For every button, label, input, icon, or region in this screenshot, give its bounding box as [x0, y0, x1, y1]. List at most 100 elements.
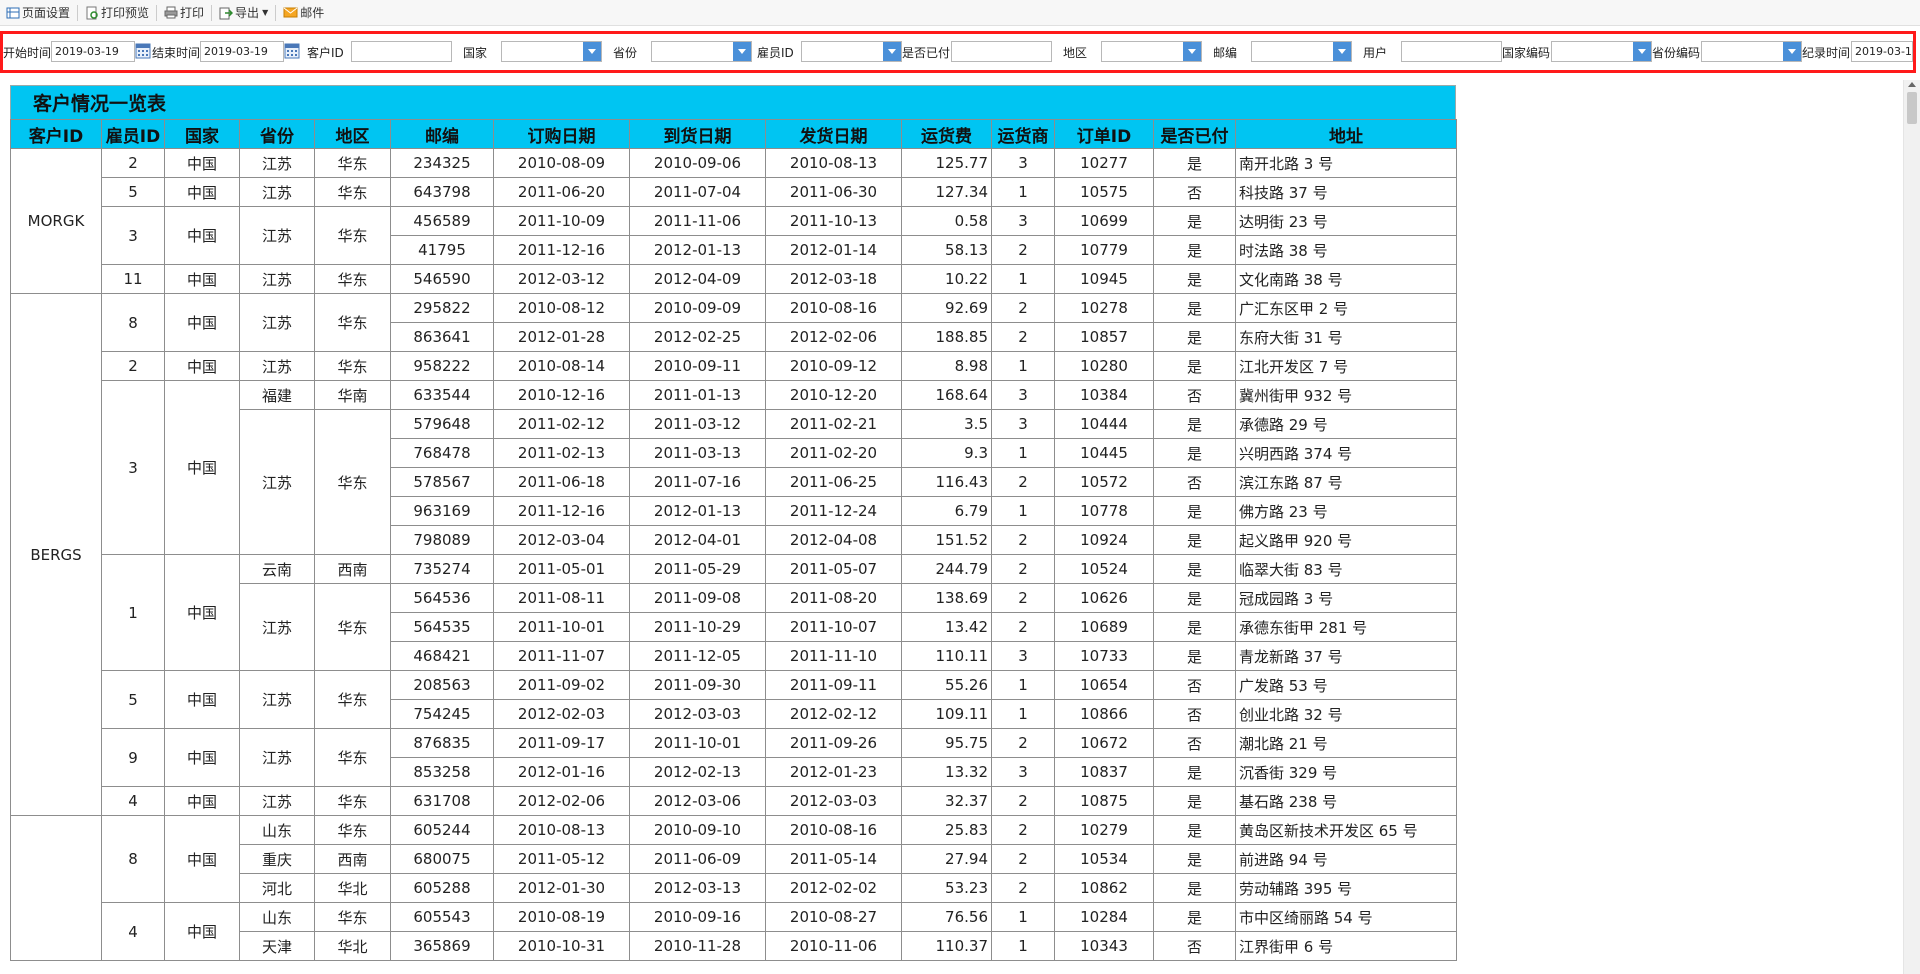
table-cell: 江苏	[239, 148, 315, 178]
column-header: 国家	[164, 119, 240, 149]
user-field[interactable]	[1401, 41, 1502, 62]
scroll-up-icon[interactable]	[1908, 82, 1916, 87]
chevron-down-icon[interactable]	[1783, 42, 1801, 61]
table-cell: 2010-09-09	[629, 293, 766, 323]
table-cell: 华北	[314, 873, 391, 903]
calendar-icon[interactable]	[284, 42, 300, 60]
table-cell: 重庆	[239, 844, 315, 874]
table-cell: 兴明西路 374 号	[1235, 438, 1457, 468]
table-cell: 295822	[390, 293, 494, 323]
country-select[interactable]	[501, 41, 602, 62]
table-cell: 劳动辅路 395 号	[1235, 873, 1457, 903]
table-cell: 2	[991, 525, 1055, 555]
customer-id-label: 客户ID	[307, 45, 344, 60]
table-cell: 达明街 23 号	[1235, 206, 1457, 236]
paid-field[interactable]	[951, 41, 1052, 62]
chevron-down-icon[interactable]	[883, 42, 901, 61]
table-cell: 10534	[1054, 844, 1154, 874]
table-cell: 沉香街 329 号	[1235, 757, 1457, 787]
table-cell: 125.77	[901, 148, 992, 178]
report-title: 客户情况一览表	[10, 85, 1456, 119]
page-setup-button[interactable]: 页面设置	[2, 2, 74, 24]
postcode-select[interactable]	[1251, 41, 1352, 62]
table-cell: 25.83	[901, 815, 992, 845]
mail-icon	[283, 7, 298, 18]
table-cell: 基石路 238 号	[1235, 786, 1457, 816]
table-cell: 2012-03-03	[629, 699, 766, 729]
table-cell: 10875	[1054, 786, 1154, 816]
table-cell: 2010-08-12	[493, 293, 630, 323]
column-header: 省份	[239, 119, 315, 149]
table-cell: 188.85	[901, 322, 992, 352]
table-cell: 876835	[390, 728, 494, 758]
table-cell: 2012-04-08	[765, 525, 902, 555]
customer-id-field[interactable]	[351, 41, 452, 62]
table-cell: 244.79	[901, 554, 992, 584]
table-cell: 10924	[1054, 525, 1154, 555]
region-select[interactable]	[1101, 41, 1202, 62]
table-cell: 否	[1153, 670, 1236, 700]
scrollbar-thumb[interactable]	[1907, 92, 1917, 124]
chevron-down-icon[interactable]	[1333, 42, 1351, 61]
table-cell: 1	[991, 902, 1055, 932]
mail-button[interactable]: 邮件	[279, 2, 328, 24]
table-cell: 2011-12-05	[629, 641, 766, 671]
table-cell: 9.3	[901, 438, 992, 468]
table-cell: 是	[1153, 583, 1236, 613]
start-time-field[interactable]: 2019-03-19	[51, 41, 135, 62]
table-cell: 116.43	[901, 467, 992, 497]
table-cell: 10654	[1054, 670, 1154, 700]
table-cell: 江界街甲 6 号	[1235, 931, 1457, 961]
table-cell: 否	[1153, 931, 1236, 961]
table-cell: 华东	[314, 728, 391, 787]
table-cell: 2012-01-13	[629, 496, 766, 526]
employee-id-select[interactable]	[801, 41, 902, 62]
table-cell: 109.11	[901, 699, 992, 729]
table-cell	[10, 815, 102, 961]
table-row: 11 中国 江苏 华东 546590 2012-03-12 2012-04-09 2012-0…	[11, 264, 1457, 294]
chevron-down-icon[interactable]	[1183, 42, 1201, 61]
chevron-down-icon[interactable]	[1633, 42, 1651, 61]
table-cell: 青龙新路 37 号	[1235, 641, 1457, 671]
chevron-down-icon[interactable]	[733, 42, 751, 61]
table-cell: 633544	[390, 380, 494, 410]
record-time-field[interactable]: 2019-03-19	[1851, 41, 1913, 62]
table-cell: 2012-03-12	[493, 264, 630, 294]
province-code-select[interactable]	[1701, 41, 1802, 62]
user-label: 用户	[1363, 45, 1388, 60]
table-cell: 168.64	[901, 380, 992, 410]
province-select[interactable]	[651, 41, 752, 62]
print-button[interactable]: 打印	[160, 2, 208, 24]
table-cell: 2012-03-18	[765, 264, 902, 294]
table-cell: 中国	[164, 177, 240, 207]
country-code-select[interactable]	[1551, 41, 1652, 62]
print-preview-button[interactable]: 打印预览	[81, 2, 153, 24]
table-cell: 2011-06-25	[765, 467, 902, 497]
chevron-down-icon[interactable]	[583, 42, 601, 61]
toolbar-divider	[156, 4, 158, 21]
table-cell: 是	[1153, 525, 1236, 555]
table-cell: 2011-11-10	[765, 641, 902, 671]
table-cell: 临翠大街 83 号	[1235, 554, 1457, 584]
country-label: 国家	[463, 45, 488, 60]
column-header: 订购日期	[493, 119, 630, 149]
table-cell: 11	[101, 264, 165, 294]
export-button[interactable]: 导出 ▼	[215, 2, 272, 24]
table-cell: 2012-02-06	[765, 322, 902, 352]
print-preview-label: 打印预览	[101, 6, 150, 20]
table-cell: 2011-07-04	[629, 177, 766, 207]
end-time-field[interactable]: 2019-03-19	[200, 41, 284, 62]
table-cell: 579648	[390, 409, 494, 439]
table-cell: 华东	[314, 351, 391, 381]
record-time-label: 纪录时间	[1802, 45, 1851, 60]
calendar-icon[interactable]	[135, 42, 151, 60]
table-cell: 10779	[1054, 235, 1154, 265]
table-cell: 631708	[390, 786, 494, 816]
table-cell: 10343	[1054, 931, 1154, 961]
table-cell: 10575	[1054, 177, 1154, 207]
table-cell: 东府大街 31 号	[1235, 322, 1457, 352]
province-label: 省份	[613, 45, 638, 60]
table-cell: 江苏	[239, 670, 315, 729]
table-cell: 605543	[390, 902, 494, 932]
vertical-scrollbar[interactable]	[1903, 80, 1920, 974]
